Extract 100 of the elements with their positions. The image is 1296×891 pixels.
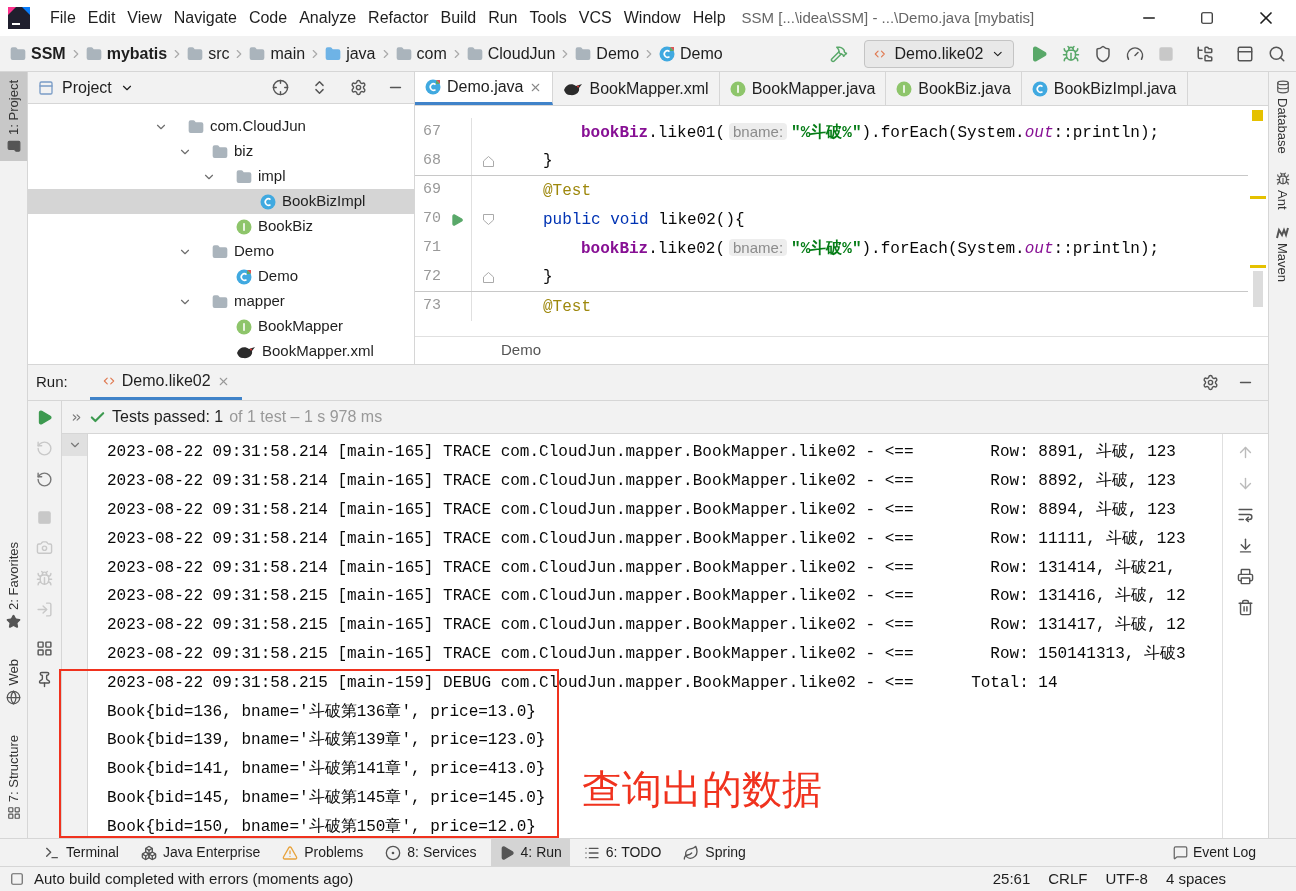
- breadcrumb[interactable]: main: [270, 41, 306, 66]
- editor-tab[interactable]: BookMapper.java: [719, 72, 887, 105]
- rerun-icon[interactable]: [36, 409, 53, 426]
- folder-icon: [325, 45, 342, 62]
- run-config-dropdown[interactable]: Demo.like02: [864, 39, 1014, 68]
- tree-item[interactable]: Demo: [28, 239, 414, 264]
- console-line: Book{bid=139, bname='斗破第139章', price=123.0}: [107, 729, 546, 752]
- tool-window-button[interactable]: 8: Services: [377, 839, 485, 866]
- breadcrumb[interactable]: mybatis: [106, 41, 168, 66]
- layout-icon[interactable]: [36, 640, 53, 657]
- tool-window-button[interactable]: 6: TODO: [575, 839, 670, 866]
- tree-item[interactable]: mapper: [28, 289, 414, 314]
- toggle-auto-test-icon[interactable]: [36, 471, 53, 488]
- profile-icon[interactable]: [1126, 44, 1144, 63]
- menu-item[interactable]: Code: [242, 6, 294, 30]
- editor-tab[interactable]: Demo.java: [415, 72, 554, 105]
- menu-item[interactable]: Navigate: [167, 6, 243, 30]
- scroll-to-end-icon[interactable]: [1237, 537, 1254, 554]
- trash-icon[interactable]: [1237, 599, 1254, 616]
- tool-window-button[interactable]: Problems: [274, 839, 372, 866]
- locate-icon[interactable]: [272, 79, 289, 96]
- breadcrumb[interactable]: Demo: [680, 41, 723, 66]
- hammer-icon[interactable]: [830, 44, 848, 63]
- menu-item[interactable]: Run: [482, 6, 524, 30]
- editor-tab[interactable]: BookMapper.xml: [553, 72, 720, 105]
- tool-window-tab[interactable]: Database: [1272, 80, 1293, 154]
- editor-tab[interactable]: BookBiz.java: [886, 72, 1022, 105]
- fold-icon[interactable]: [483, 214, 494, 225]
- breadcrumb[interactable]: src: [208, 41, 230, 66]
- tree-item[interactable]: impl: [28, 164, 414, 189]
- tree-item[interactable]: BookMapper: [28, 314, 414, 339]
- tool-window-tab[interactable]: Ant: [1272, 171, 1293, 210]
- wrap-icon[interactable]: [1237, 506, 1254, 523]
- menu-item[interactable]: Analyze: [293, 6, 363, 30]
- debug-icon[interactable]: [1062, 44, 1080, 63]
- breadcrumb[interactable]: Demo: [596, 41, 640, 66]
- run-icon[interactable]: [450, 212, 464, 227]
- menu-item[interactable]: Edit: [81, 6, 122, 30]
- tool-window-tab[interactable]: 7: Structure: [0, 726, 27, 828]
- panel-icon[interactable]: [1236, 44, 1254, 63]
- breadcrumb[interactable]: com: [416, 41, 447, 66]
- search-icon[interactable]: [1268, 44, 1286, 63]
- run-icon[interactable]: [1030, 44, 1048, 63]
- tree-item[interactable]: biz: [28, 139, 414, 164]
- tree-item[interactable]: BookBizImpl: [28, 189, 414, 214]
- test-class-icon: [236, 268, 252, 285]
- line-number: 72: [422, 266, 442, 287]
- tree-item[interactable]: com.CloudJun: [28, 114, 414, 139]
- menu-item[interactable]: View: [121, 6, 168, 30]
- fold-icon[interactable]: [483, 271, 494, 283]
- tool-window-tab[interactable]: 2: Favorites: [0, 534, 27, 638]
- scrollbar-thumb[interactable]: [1253, 271, 1263, 307]
- tool-window-button[interactable]: Spring: [675, 839, 754, 866]
- tool-window-button[interactable]: 4: Run: [490, 839, 570, 866]
- menu-item[interactable]: Refactor: [362, 6, 435, 30]
- settings-icon[interactable]: [350, 79, 367, 96]
- folder-icon: [85, 45, 102, 62]
- tree-item[interactable]: BookMapper.xml: [28, 339, 414, 364]
- tool-window-tab[interactable]: Maven: [1272, 227, 1293, 283]
- tool-window-button[interactable]: Terminal: [36, 839, 127, 866]
- menu-item[interactable]: Window: [617, 6, 687, 30]
- status-item[interactable]: 25:61: [992, 867, 1031, 891]
- menu-item[interactable]: File: [44, 6, 82, 30]
- console-line: 2023-08-22 09:31:58.214 [main-165] TRACE com.CloudJun.mapper.BookMapper.like02 - <== Row: 8894, 斗破, 123: [107, 500, 1176, 521]
- project-structure-icon[interactable]: [1196, 44, 1214, 63]
- menu-item[interactable]: Help: [686, 6, 732, 30]
- menu-item[interactable]: Tools: [523, 6, 573, 30]
- warning-marker[interactable]: [1252, 110, 1263, 121]
- breadcrumb[interactable]: CloudJun: [487, 41, 556, 66]
- fold-icon[interactable]: [483, 155, 494, 167]
- coverage-icon[interactable]: [1094, 44, 1112, 63]
- tool-window-tab[interactable]: 1: Project: [0, 72, 27, 161]
- status-item[interactable]: CRLF: [1048, 867, 1088, 891]
- interface-icon: [896, 80, 913, 97]
- status-item[interactable]: UTF-8: [1105, 867, 1148, 891]
- breadcrumb[interactable]: SSM: [31, 41, 66, 66]
- tree-item[interactable]: BookBiz: [28, 214, 414, 239]
- editor-breadcrumb[interactable]: Demo: [501, 339, 541, 362]
- menu-item[interactable]: Build: [434, 6, 483, 30]
- ant-icon: [1275, 171, 1290, 186]
- print-icon[interactable]: [1237, 568, 1254, 585]
- warning-icon: [282, 844, 299, 861]
- maximize-icon[interactable]: [1200, 11, 1214, 25]
- test-class-icon: [659, 45, 676, 62]
- tree-item[interactable]: Demo: [28, 264, 414, 289]
- status-item[interactable]: 4 spaces: [1165, 867, 1226, 891]
- editor-tab[interactable]: BookBizImpl.java: [1021, 72, 1188, 105]
- tool-window-button[interactable]: Java Enterprise: [132, 839, 269, 866]
- status-icon[interactable]: [10, 872, 24, 886]
- panel-title[interactable]: Project: [62, 75, 112, 100]
- console-line: Book{bid=136, bname='斗破第136章', price=13.0}: [107, 701, 536, 723]
- breadcrumb[interactable]: java: [346, 41, 376, 66]
- status-message: Auto build completed with errors (moments ago): [34, 868, 354, 889]
- menu-item[interactable]: VCS: [572, 6, 618, 30]
- folder-icon: [187, 45, 204, 62]
- pin-icon[interactable]: [36, 671, 53, 688]
- tool-window-tab[interactable]: Web: [0, 651, 27, 713]
- class-icon: [1031, 80, 1048, 97]
- event-log-button[interactable]: Event Log: [1172, 842, 1256, 863]
- settings-icon[interactable]: [1202, 374, 1219, 391]
